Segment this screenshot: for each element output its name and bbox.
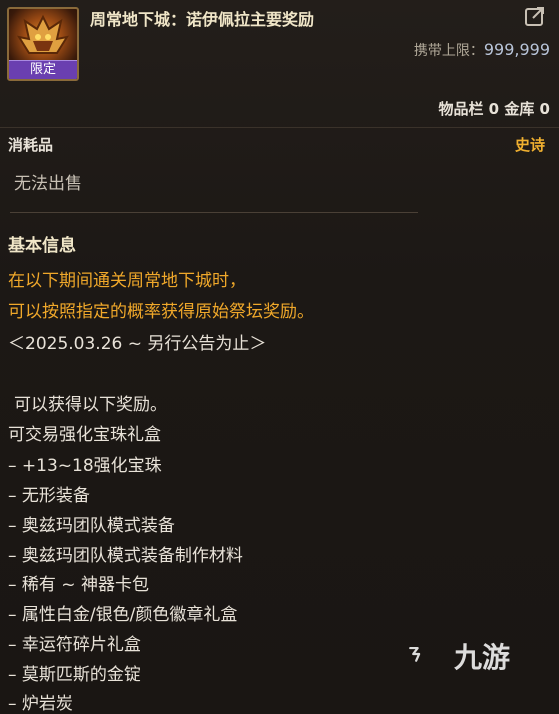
- reward-list-item: – +13~18强化宝珠: [8, 456, 162, 476]
- item-category: 消耗品: [8, 136, 54, 154]
- reward-list-item: – 奥兹玛团队模式装备: [8, 516, 175, 536]
- header-divider: [0, 127, 559, 128]
- sell-status: 无法出售: [14, 174, 82, 194]
- reward-list-item: – 莫斯匹斯的金锭: [8, 665, 141, 685]
- reward-intro: 可以获得以下奖励。: [14, 395, 167, 415]
- description-line-2: 可以按照指定的概率获得原始祭坛奖励。: [8, 302, 314, 322]
- carry-limit: 携带上限：999,999: [414, 40, 550, 60]
- demon-crown-icon: [17, 14, 69, 54]
- jiuyou-logo-icon: [409, 646, 421, 662]
- carry-value: 999,999: [483, 40, 550, 59]
- reward-list-item: – 属性白金/银色/颜色徽章礼盒: [8, 605, 238, 625]
- item-tooltip-panel: 限定 周常地下城：诺伊佩拉主要奖励 携带上限：999,999 物品栏 0 金库 …: [0, 0, 559, 714]
- share-link-icon[interactable]: [524, 5, 546, 27]
- reward-list-item: – 无形装备: [8, 486, 90, 506]
- item-rarity: 史诗: [514, 136, 545, 154]
- description-line-1: 在以下期间通关周常地下城时，: [8, 271, 246, 291]
- reward-list-item: – 幸运符碎片礼盒: [8, 635, 141, 655]
- basic-info-title: 基本信息: [8, 236, 76, 256]
- reward-box-title: 可交易强化宝珠礼盒: [8, 425, 161, 445]
- limited-badge: 限定: [9, 60, 77, 79]
- carry-label: 携带上限：: [413, 43, 484, 59]
- item-icon[interactable]: 限定: [7, 7, 79, 81]
- reward-list-item: – 稀有 ~ 神器卡包: [8, 575, 149, 595]
- event-period: ＜2025.03.26 ~ 另行公告为止＞: [8, 334, 267, 354]
- section-divider: [10, 212, 418, 213]
- item-title: 周常地下城：诺伊佩拉主要奖励: [90, 10, 315, 29]
- storage-count: 物品栏 0 金库 0: [438, 100, 550, 118]
- reward-list-item: – 炉岩炭: [8, 694, 73, 714]
- reward-list-item: – 奥兹玛团队模式装备制作材料: [8, 546, 243, 566]
- watermark-text: 九游: [454, 641, 511, 674]
